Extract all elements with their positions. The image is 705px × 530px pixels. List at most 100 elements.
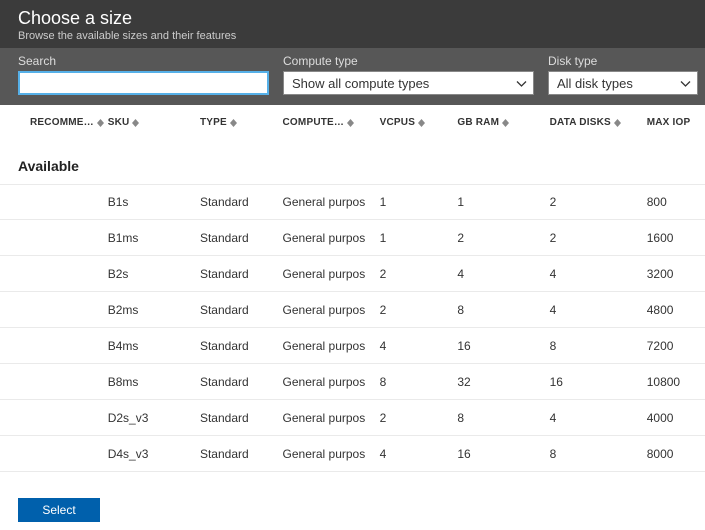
compute-type-label: Compute type [283,54,534,68]
cell: 10800 [647,375,705,389]
cell: 4 [550,411,647,425]
cell: 16 [457,447,549,461]
cell: B1s [108,195,200,209]
cell: D4s_v3 [108,447,200,461]
cell: 16 [550,375,647,389]
cell: Standard [200,411,283,425]
col-type[interactable]: TYPE [200,117,283,128]
cell: 4 [550,267,647,281]
cell: Standard [200,231,283,245]
cell: General purpos [283,195,380,209]
cell: 2 [550,195,647,209]
cell: 4000 [647,411,705,425]
sort-icon [614,119,621,127]
sort-icon [502,119,509,127]
cell: 1600 [647,231,705,245]
cell: Standard [200,195,283,209]
col-ram[interactable]: GB RAM [457,117,549,128]
chevron-down-icon [516,76,527,91]
cell: 2 [550,231,647,245]
col-recommended[interactable]: RECOMME… [0,117,108,128]
disk-type-select[interactable]: All disk types [548,71,698,95]
panel-header: Choose a size Browse the available sizes… [0,0,705,48]
cell: 4 [457,267,549,281]
cell: 4 [380,447,458,461]
cell: 8 [380,375,458,389]
panel-subtitle: Browse the available sizes and their fea… [18,30,687,42]
col-vcpus[interactable]: VCPUS [380,117,458,128]
search-label: Search [18,54,269,68]
cell: General purpos [283,303,380,317]
sort-icon [347,119,354,127]
sort-icon [132,119,139,127]
cell: General purpos [283,231,380,245]
table-row[interactable]: B1msStandardGeneral purpos1221600 [0,220,705,256]
cell: 8000 [647,447,705,461]
cell: 8 [457,303,549,317]
sort-icon [97,119,104,127]
cell: B2ms [108,303,200,317]
cell: 800 [647,195,705,209]
chevron-down-icon [680,76,691,91]
panel-title: Choose a size [18,8,687,29]
cell: 1 [457,195,549,209]
filter-bar: Search Compute type Show all compute typ… [0,48,705,105]
col-disks[interactable]: DATA DISKS [550,117,647,128]
cell: 16 [457,339,549,353]
cell: 7200 [647,339,705,353]
sort-icon [418,119,425,127]
cell: 8 [457,411,549,425]
disk-type-filter: Disk type All disk types [548,54,698,95]
cell: 2 [380,267,458,281]
cell: General purpos [283,447,380,461]
footer-bar: Select [0,490,705,530]
table-body: B1sStandardGeneral purpos112800B1msStand… [0,184,705,472]
table-row[interactable]: D4s_v3StandardGeneral purpos41688000 [0,436,705,472]
table-row[interactable]: B2msStandardGeneral purpos2844800 [0,292,705,328]
search-input[interactable] [18,71,269,95]
compute-type-filter: Compute type Show all compute types [283,54,534,95]
compute-type-value: Show all compute types [292,76,429,91]
cell: Standard [200,375,283,389]
table-row[interactable]: D2s_v3StandardGeneral purpos2844000 [0,400,705,436]
select-button[interactable]: Select [18,498,100,522]
cell: B4ms [108,339,200,353]
cell: General purpos [283,339,380,353]
search-filter: Search [18,54,269,95]
cell: 3200 [647,267,705,281]
group-available: Available [0,136,705,184]
cell: 1 [380,195,458,209]
cell: General purpos [283,375,380,389]
cell: Standard [200,447,283,461]
table-row[interactable]: B1sStandardGeneral purpos112800 [0,184,705,220]
cell: 4 [550,303,647,317]
table-header-row: RECOMME… SKU TYPE COMPUTE… VCPUS GB RAM … [0,105,705,136]
col-compute[interactable]: COMPUTE… [283,117,380,128]
cell: B2s [108,267,200,281]
cell: Standard [200,303,283,317]
cell: 8 [550,447,647,461]
cell: General purpos [283,411,380,425]
cell: 8 [550,339,647,353]
cell: Standard [200,267,283,281]
cell: 1 [380,231,458,245]
cell: 4800 [647,303,705,317]
compute-type-select[interactable]: Show all compute types [283,71,534,95]
sort-icon [230,119,237,127]
cell: D2s_v3 [108,411,200,425]
size-table: RECOMME… SKU TYPE COMPUTE… VCPUS GB RAM … [0,105,705,472]
cell: B1ms [108,231,200,245]
col-iops[interactable]: MAX IOP [647,117,705,128]
col-sku[interactable]: SKU [108,117,200,128]
cell: 2 [380,303,458,317]
cell: General purpos [283,267,380,281]
cell: 2 [457,231,549,245]
disk-type-value: All disk types [557,76,633,91]
cell: 4 [380,339,458,353]
cell: B8ms [108,375,200,389]
table-row[interactable]: B8msStandardGeneral purpos8321610800 [0,364,705,400]
disk-type-label: Disk type [548,54,698,68]
table-row[interactable]: B4msStandardGeneral purpos41687200 [0,328,705,364]
cell: 2 [380,411,458,425]
table-row[interactable]: B2sStandardGeneral purpos2443200 [0,256,705,292]
